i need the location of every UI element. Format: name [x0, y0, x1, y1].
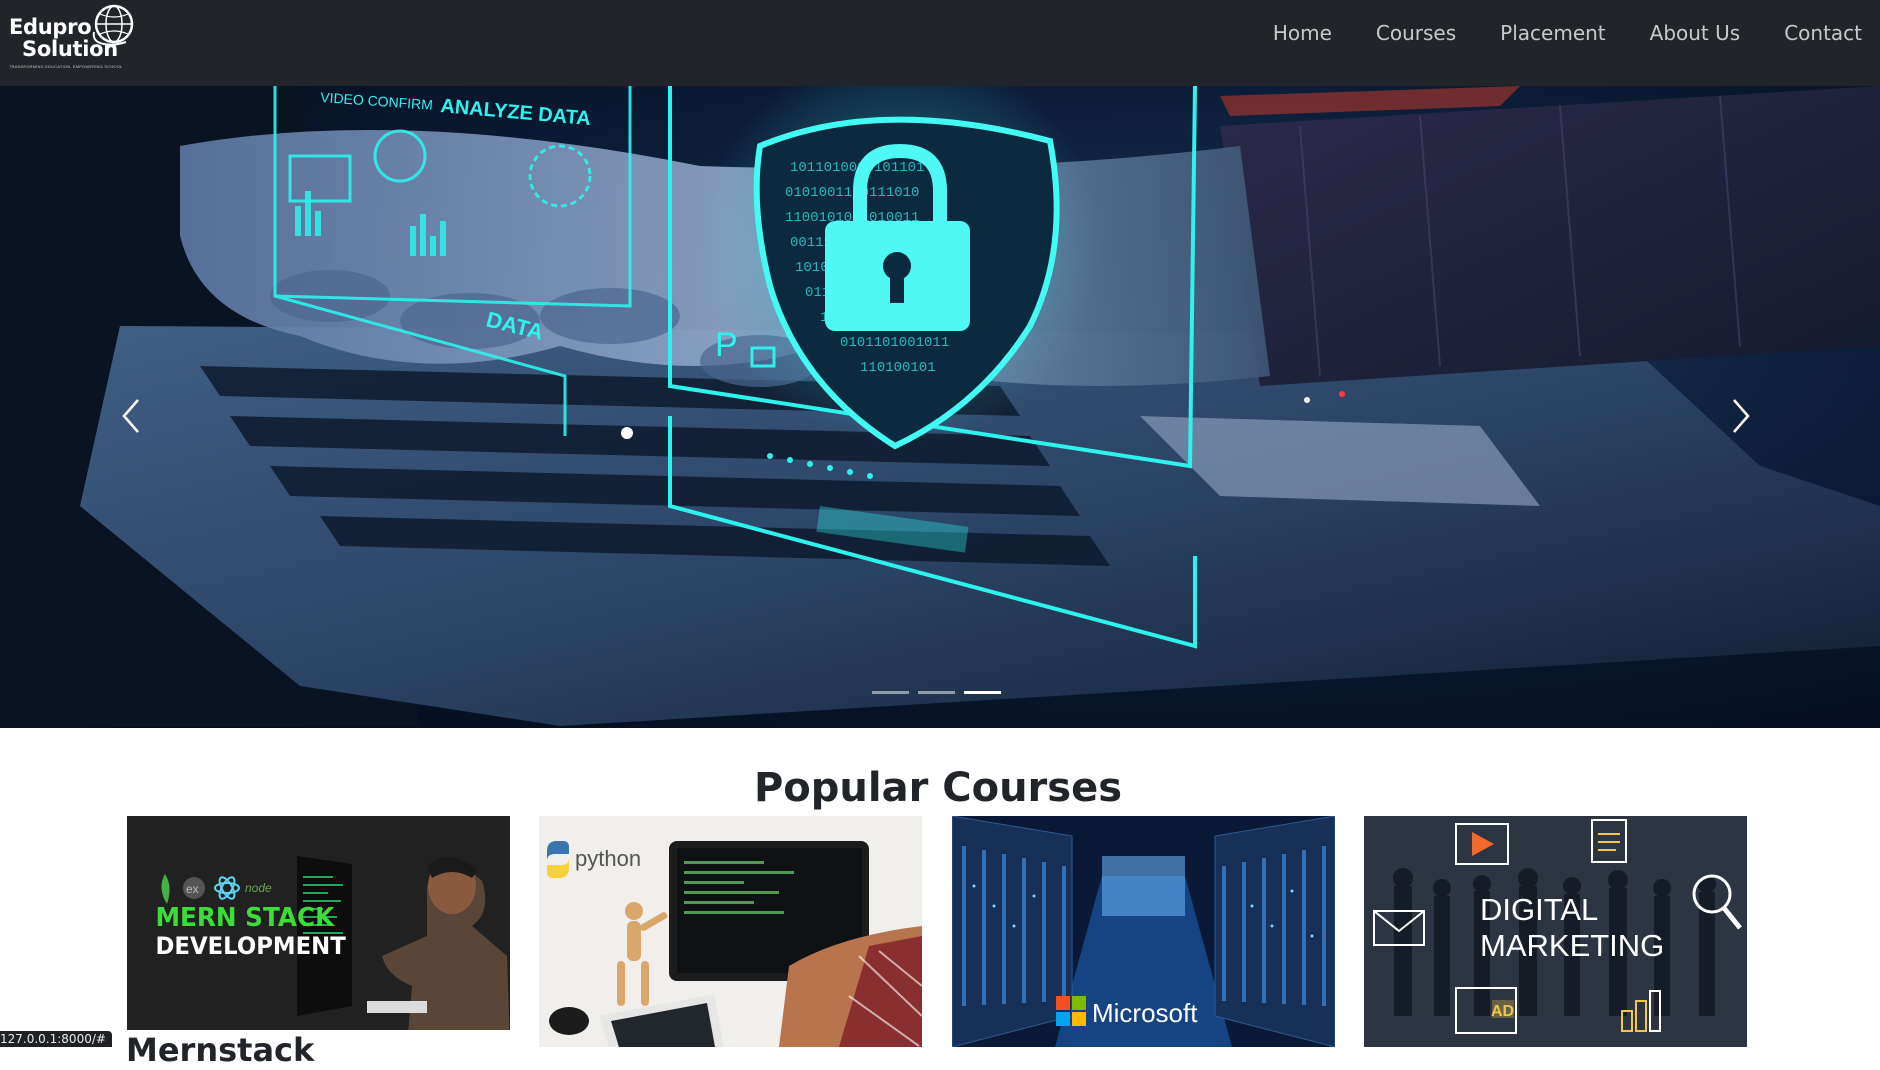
nav-contact[interactable]: Contact [1784, 21, 1862, 45]
node-logo: node [245, 881, 272, 895]
status-bar-url: 127.0.0.1:8000/# [0, 1031, 112, 1047]
svg-text:110100101: 110100101 [860, 360, 936, 376]
globe-emblem-icon [92, 4, 134, 46]
express-logo: ex [186, 882, 199, 896]
hero-carousel: VIDEO CONFIRM ANALYZE DATA DATA P 101101… [0, 86, 1880, 728]
top-navbar: Edupro Solution TRANSFORMING EDUCATION, … [0, 0, 1880, 86]
digital-marketing-line2: MARKETING [1480, 928, 1664, 963]
microsoft-course-image: Microsoft [952, 816, 1335, 1047]
brand-logo[interactable]: Edupro Solution TRANSFORMING EDUCATION, … [6, 2, 136, 72]
nav-about-us[interactable]: About Us [1650, 21, 1741, 45]
mern-card-title[interactable]: Mernstack [126, 1030, 314, 1070]
course-card-python[interactable]: python [539, 816, 922, 1047]
ad-badge: AD [1491, 1003, 1514, 1020]
python-logo-text: python [575, 846, 641, 871]
course-card-microsoft[interactable]: Microsoft [952, 816, 1335, 1047]
carousel-indicator-2[interactable] [918, 691, 955, 694]
mern-image-line1: MERN STACK [156, 901, 336, 932]
carousel-slide-image: VIDEO CONFIRM ANALYZE DATA DATA P 101101… [0, 86, 1880, 728]
digital-marketing-course-image: AD DIGITAL MARKETING [1364, 816, 1747, 1047]
carousel-indicator-1[interactable] [872, 691, 909, 694]
nav-courses[interactable]: Courses [1376, 21, 1456, 45]
hud-video-confirm: VIDEO CONFIRM [320, 89, 434, 113]
digital-marketing-line1: DIGITAL [1480, 892, 1598, 927]
mern-course-image: ex node MERN STACK DEVELOPMENT [127, 816, 510, 1047]
chevron-right-icon [1733, 399, 1750, 433]
carousel-next-button[interactable] [1712, 386, 1772, 446]
hud-analyze-data: ANALYZE DATA [440, 95, 592, 130]
brand-tagline: TRANSFORMING EDUCATION, EMPOWERING SCHOO… [9, 64, 123, 69]
chevron-left-icon [122, 399, 139, 433]
popular-courses-heading: Popular Courses [753, 765, 1123, 812]
mern-image-line2: DEVELOPMENT [156, 931, 346, 960]
course-card-digital-marketing[interactable]: AD DIGITAL MARKETING [1364, 816, 1747, 1047]
nav-placement[interactable]: Placement [1500, 21, 1605, 45]
carousel-indicator-3[interactable] [964, 691, 1001, 694]
nav-links: Home Courses Placement About Us Contact [1229, 0, 1862, 66]
carousel-prev-button[interactable] [100, 386, 160, 446]
nav-home[interactable]: Home [1273, 21, 1332, 45]
python-course-image: python [539, 816, 922, 1047]
course-card-mern[interactable]: ex node MERN STACK DEVELOPMENT [127, 816, 510, 1047]
microsoft-logo-text: Microsoft [1092, 998, 1198, 1028]
svg-text:0101001100111010: 0101001100111010 [785, 185, 919, 201]
carousel-indicators [872, 691, 1001, 694]
svg-text:0101101001011: 0101101001011 [840, 335, 949, 351]
brand-name-line1: Edupro [9, 15, 92, 39]
